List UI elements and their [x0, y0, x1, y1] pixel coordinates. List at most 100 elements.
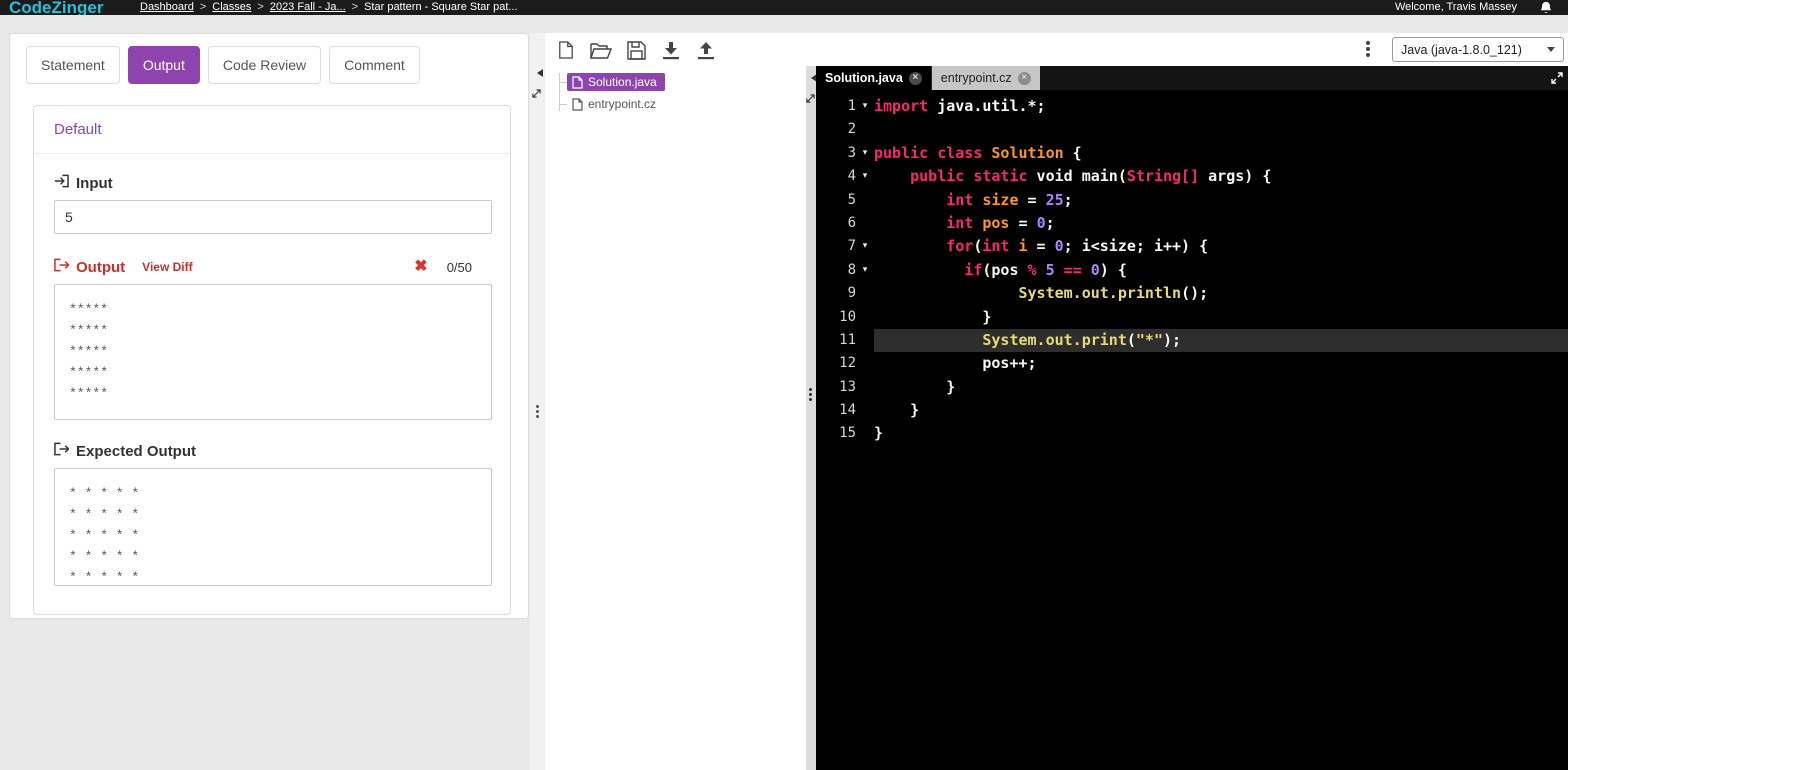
fail-x-icon: ✖	[414, 258, 428, 275]
tab-statement[interactable]: Statement	[26, 46, 120, 84]
code-token: ;	[1045, 213, 1055, 232]
code-line[interactable]: 4 ▾ public static void main(String[] args…	[816, 165, 1568, 188]
code-line[interactable]: 5 int size = 25;	[816, 189, 1568, 212]
code-line[interactable]: 2	[816, 118, 1568, 141]
output-text: ***** ***** ***** ***** *****	[54, 284, 492, 420]
app-logo[interactable]: CodeZinger	[9, 0, 140, 15]
close-tab-icon[interactable]: ×	[908, 71, 922, 85]
breadcrumb-separator: >	[351, 1, 359, 13]
tab-code-review[interactable]: Code Review	[207, 46, 322, 84]
line-number: 9	[847, 285, 856, 302]
file-tree-items: Solution.java entrypoint.cz	[545, 71, 806, 115]
fold-arrow-icon[interactable]: ▾	[856, 259, 874, 282]
file-item[interactable]: Solution.java	[567, 73, 665, 91]
file-tree-item[interactable]: Solution.java	[545, 71, 806, 93]
splitter-drag-handle[interactable]	[809, 388, 812, 401]
code-text: System.out.print("*");	[874, 328, 1568, 353]
notification-bell-icon[interactable]	[1539, 0, 1553, 15]
code-token: %	[1027, 260, 1037, 279]
code-token: ();	[1181, 284, 1209, 303]
code-line[interactable]: 1 ▾ import java.util.*;	[816, 95, 1568, 118]
output-label-row: Output View Diff ✖ 0/50	[54, 258, 490, 276]
file-tree-item[interactable]: entrypoint.cz	[545, 93, 806, 115]
breadcrumb-item[interactable]: Dashboard	[140, 0, 194, 15]
testcase-body: Input Output View Diff ✖ 0/50 ***** ****…	[34, 154, 510, 614]
code-line[interactable]: 14 }	[816, 399, 1568, 422]
code-token: }	[874, 307, 992, 326]
line-number: 8	[847, 261, 856, 278]
code-line[interactable]: 13 }	[816, 376, 1568, 399]
tab-comment[interactable]: Comment	[329, 46, 420, 84]
code-line[interactable]: 6 int pos = 0;	[816, 212, 1568, 235]
code-token: import	[874, 97, 929, 115]
code-token: public class	[874, 143, 983, 162]
fold-arrow-icon[interactable]: ▾	[856, 165, 874, 188]
left-tabs: Statement Output Code Review Comment	[10, 34, 528, 96]
code-line[interactable]: 15}	[816, 422, 1568, 445]
editor-tab[interactable]: entrypoint.cz ×	[931, 66, 1040, 90]
line-number: 11	[839, 331, 856, 348]
code-token: java.util.*;	[928, 97, 1046, 115]
line-number: 7	[847, 238, 856, 255]
input-field[interactable]	[54, 200, 492, 234]
code-line[interactable]: 10 }	[816, 306, 1568, 329]
language-selector[interactable]: Java (java-1.8.0_121)	[1392, 37, 1564, 62]
code-line[interactable]: 3 ▾ public class Solution {	[816, 142, 1568, 165]
collapse-left-icon[interactable]	[533, 69, 543, 77]
fold-arrow-icon[interactable]: ▾	[856, 95, 874, 118]
code-token: =	[1027, 237, 1055, 256]
more-options-icon[interactable]	[1366, 41, 1370, 57]
line-number: 3	[847, 144, 856, 161]
output-label: Output	[76, 258, 126, 276]
code-token: String[]	[1126, 167, 1200, 186]
close-tab-icon[interactable]: ×	[1017, 71, 1031, 85]
code-line[interactable]: 12 pos++;	[816, 352, 1568, 375]
code-line[interactable]: 7 ▾ for(int i = 0; i<size; i++) {	[816, 235, 1568, 258]
panel-splitter-editor[interactable]	[806, 66, 817, 770]
code-lines: 1 ▾ import java.util.*; 2 3 ▾ public class Sol…	[816, 90, 1568, 446]
code-token: args) {	[1199, 167, 1272, 186]
view-diff-link[interactable]: View Diff	[142, 260, 192, 274]
upload-icon[interactable]	[695, 39, 717, 61]
editor-tab-label: entrypoint.cz	[940, 71, 1012, 85]
file-icon	[572, 75, 583, 89]
code-text: }	[874, 422, 1568, 445]
code-token: 0	[1090, 260, 1100, 279]
new-file-icon[interactable]	[555, 39, 577, 61]
code-token: System.out.print	[982, 330, 1127, 349]
expected-label-row: Expected Output	[54, 442, 490, 460]
code-token: int	[982, 237, 1010, 256]
file-name: entrypoint.cz	[588, 97, 657, 111]
file-item[interactable]: entrypoint.cz	[567, 95, 664, 113]
score-badge: 0/50	[446, 259, 472, 275]
code-line[interactable]: 9 System.out.println();	[816, 282, 1568, 305]
splitter-drag-handle[interactable]	[536, 405, 539, 418]
tab-output[interactable]: Output	[127, 46, 200, 84]
fold-arrow-icon[interactable]: ▾	[856, 142, 874, 165]
save-icon[interactable]	[625, 39, 647, 61]
editor-tab[interactable]: Solution.java ×	[816, 66, 932, 90]
code-line[interactable]: 11 System.out.print("*");	[816, 328, 1568, 353]
code-token: =	[1018, 190, 1046, 209]
panel-splitter-left[interactable]	[530, 33, 545, 770]
fullscreen-expand-icon[interactable]	[1548, 69, 1565, 86]
sign-in-icon	[54, 174, 69, 192]
fold-arrow-icon[interactable]: ▾	[856, 235, 874, 258]
code-token: Solution	[991, 143, 1064, 162]
code-line[interactable]: 8 ▾ if(pos % 5 == 0) {	[816, 259, 1568, 282]
code-text: int size = 25;	[874, 189, 1568, 212]
resize-diagonal-icon[interactable]	[532, 85, 541, 103]
resize-diagonal-icon[interactable]	[806, 90, 815, 108]
breadcrumb-item[interactable]: Classes	[212, 0, 251, 15]
codezinger-app: CodeZinger Dashboard > Classes >2023 Fall -…	[0, 0, 1811, 770]
code-token: 5	[1045, 260, 1055, 279]
code-token: pos	[982, 213, 1010, 232]
open-folder-icon[interactable]	[590, 39, 612, 61]
breadcrumb-item[interactable]: 2023 Fall - Ja...	[270, 0, 346, 15]
download-icon[interactable]	[660, 39, 682, 61]
